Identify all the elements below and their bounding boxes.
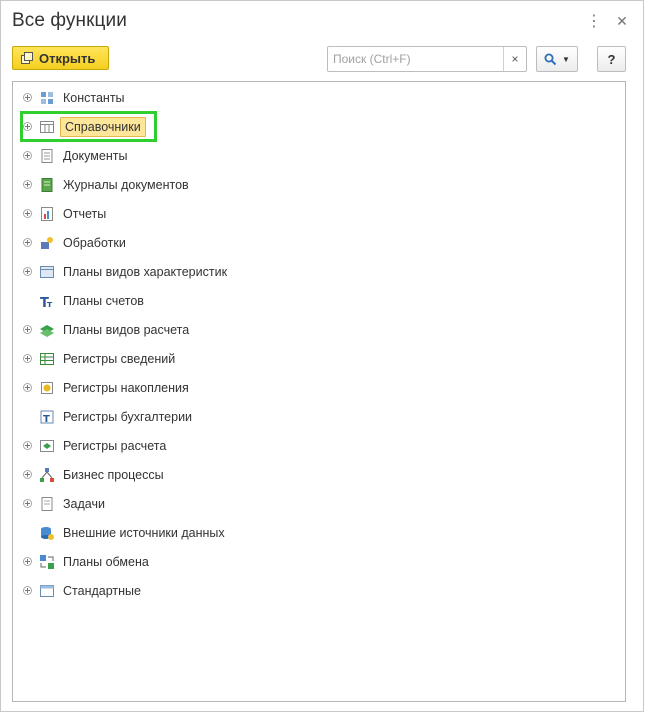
accumulation-registers-icon [41, 382, 53, 394]
chevron-down-icon: ▼ [562, 54, 570, 64]
expand-plus-icon[interactable] [23, 209, 32, 218]
tree-item[interactable]: Планы видов расчета [13, 319, 613, 341]
tree-item-label: Задачи [63, 497, 105, 511]
tree-item[interactable]: Обработки [13, 232, 613, 254]
expand-plus-icon[interactable] [23, 122, 32, 131]
tree-item-label: Регистры накопления [63, 381, 189, 395]
tree-item-label: Внешние источники данных [63, 526, 225, 540]
tree-item-label: Регистры расчета [63, 439, 167, 453]
tree-item-label: Регистры бухгалтерии [63, 410, 193, 424]
tree-item[interactable]: Бизнес процессы [13, 464, 613, 486]
magnifier-icon [544, 53, 557, 65]
expand-plus-icon[interactable] [23, 354, 32, 363]
tree-item-label: Регистры сведений [63, 352, 176, 366]
chart-of-accounts-icon: Тт [40, 296, 53, 309]
tree-item[interactable]: Тт Планы счетов [13, 290, 613, 312]
reports-icon [41, 207, 53, 221]
tree-item[interactable]: Внешние источники данных [13, 522, 613, 544]
tree-item[interactable]: Регистры расчета [13, 435, 613, 457]
tree-item[interactable]: Справочники [13, 116, 613, 138]
search-box: × [327, 46, 527, 72]
svg-text:т: т [47, 300, 53, 309]
window-title: Все функции [12, 10, 127, 31]
tree-item-label: Обработки [63, 236, 126, 250]
tree-item-label: Справочники [60, 117, 146, 137]
document-journals-icon [41, 178, 53, 192]
tree-item-label: Отчеты [63, 207, 107, 221]
data-processors-icon [41, 237, 53, 249]
tree-item[interactable]: Константы [13, 87, 613, 109]
business-processes-icon [40, 468, 54, 482]
expand-plus-icon[interactable] [23, 180, 32, 189]
constants-icon [41, 92, 53, 104]
tree-item[interactable]: Регистры сведений [13, 348, 613, 370]
functions-tree: Константы Справочники Документы Журналы док… [12, 81, 626, 702]
calculation-types-icon [40, 325, 54, 337]
open-button[interactable]: Открыть [12, 46, 109, 70]
search-options-button[interactable]: ▼ [536, 46, 578, 72]
close-icon[interactable]: ✕ [614, 11, 630, 31]
external-data-sources-icon [41, 527, 54, 540]
expand-plus-icon[interactable] [23, 441, 32, 450]
tree-item[interactable]: Т Регистры бухгалтерии [13, 406, 613, 428]
tree-item-label: Планы видов характеристик [63, 265, 228, 279]
characteristic-types-icon [40, 266, 54, 278]
tree-item-label: Стандартные [63, 584, 141, 598]
expand-plus-icon[interactable] [23, 325, 32, 334]
tree-item-label: Документы [63, 149, 128, 163]
tree-item-label: Планы видов расчета [63, 323, 190, 337]
more-actions-icon[interactable]: ⋮ [586, 11, 602, 31]
clear-search-button[interactable]: × [503, 47, 526, 71]
calculation-registers-icon [40, 440, 54, 452]
expand-plus-icon[interactable] [23, 267, 32, 276]
tree-item-label: Константы [63, 91, 125, 105]
expand-plus-icon[interactable] [23, 557, 32, 566]
tree-item[interactable]: Регистры накопления [13, 377, 613, 399]
information-registers-icon [40, 353, 54, 365]
tree-item[interactable]: Документы [13, 145, 613, 167]
tree-item[interactable]: Стандартные [13, 580, 613, 602]
open-icon [21, 52, 33, 64]
expand-plus-icon[interactable] [23, 586, 32, 595]
tree-item[interactable]: Планы обмена [13, 551, 613, 573]
accounting-registers-icon: Т [40, 410, 54, 425]
expand-plus-icon[interactable] [23, 151, 32, 160]
expand-plus-icon[interactable] [23, 238, 32, 247]
expand-plus-icon[interactable] [23, 383, 32, 392]
tree-item[interactable]: Отчеты [13, 203, 613, 225]
tree-item[interactable]: Планы видов характеристик [13, 261, 613, 283]
expand-plus-icon[interactable] [23, 470, 32, 479]
tree-item-label: Планы обмена [63, 555, 149, 569]
standard-icon [40, 585, 54, 597]
expand-plus-icon[interactable] [23, 499, 32, 508]
help-button[interactable]: ? [597, 46, 626, 72]
tree-item-label: Планы счетов [63, 294, 144, 308]
open-button-label: Открыть [39, 50, 96, 66]
svg-text:Т: Т [43, 414, 50, 425]
exchange-plans-icon [40, 555, 54, 569]
tasks-icon [41, 497, 53, 511]
tree-item-label: Журналы документов [63, 178, 189, 192]
catalogs-icon [40, 121, 54, 133]
tree-item-label: Бизнес процессы [63, 468, 164, 482]
expand-plus-icon[interactable] [23, 93, 32, 102]
all-functions-window: Все функции ⋮ ✕ Открыть × ▼ ? Константы С… [0, 0, 644, 712]
tree-item[interactable]: Задачи [13, 493, 613, 515]
tree-item[interactable]: Журналы документов [13, 174, 613, 196]
search-input[interactable] [328, 47, 503, 71]
toolbar: Открыть × ▼ ? [12, 46, 626, 72]
documents-icon [41, 149, 53, 163]
